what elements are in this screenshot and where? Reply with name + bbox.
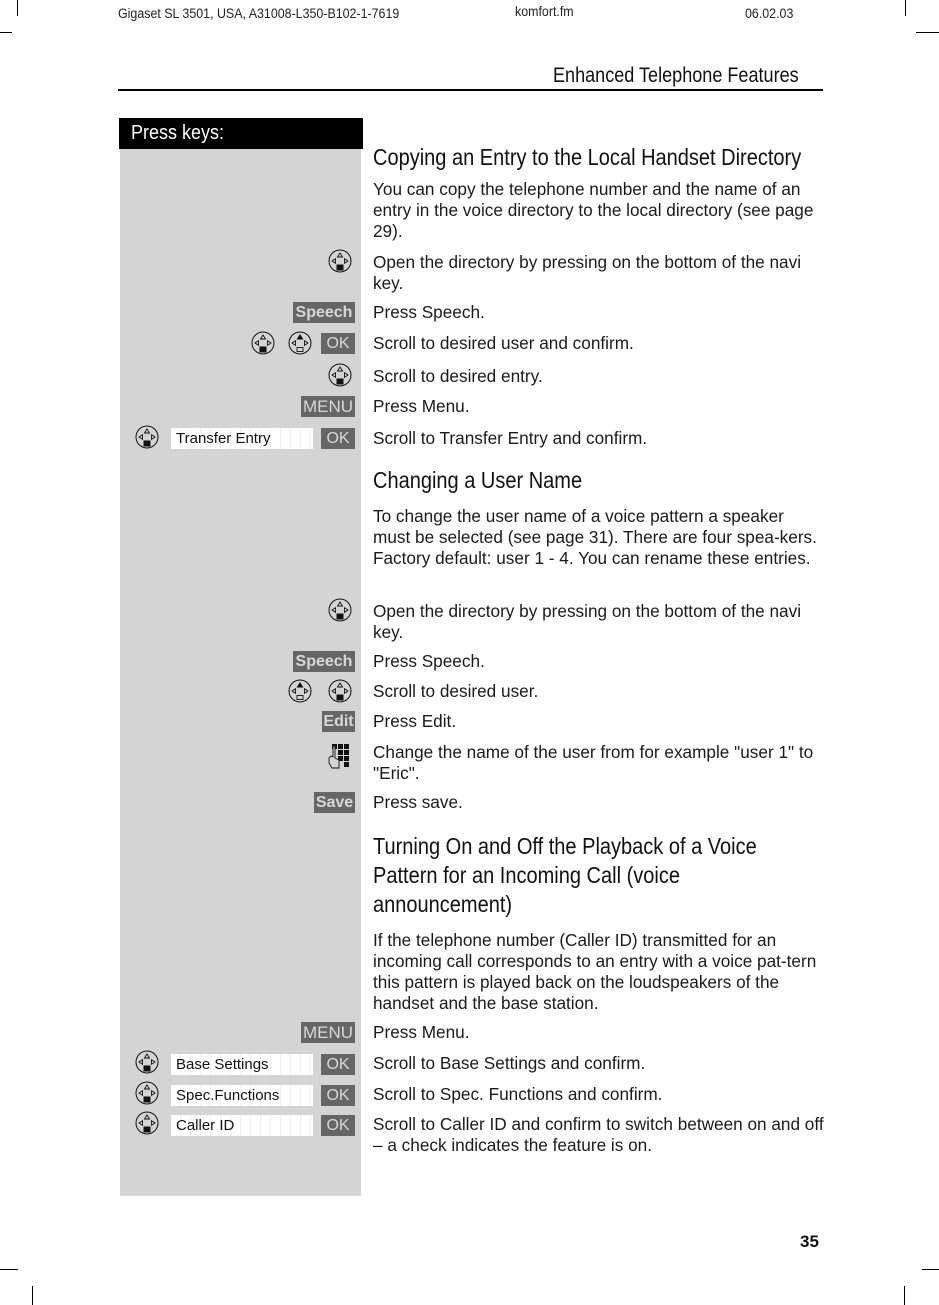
navi-key-down-icon [135, 1111, 159, 1135]
navi-key-down-icon [251, 331, 275, 355]
ok-key[interactable]: OK [321, 1115, 355, 1136]
section-title-change-user-name: Changing a User Name [373, 467, 583, 493]
navi-key-down-icon [328, 249, 352, 273]
navi-key-up-icon [288, 331, 312, 355]
menu-item-transfer-entry[interactable]: Transfer Entry [171, 428, 313, 449]
step-text: Scroll to Base Settings and confirm. [373, 1053, 646, 1073]
step-text: Press save. [373, 792, 463, 812]
step-text: Press Edit. [373, 711, 457, 731]
crop-mark [0, 1269, 18, 1270]
section-intro: If the telephone number (Caller ID) tran… [373, 930, 817, 1013]
step-text: Scroll to Transfer Entry and confirm. [373, 428, 648, 448]
save-key[interactable]: Save [314, 792, 355, 813]
crop-mark [32, 1286, 33, 1305]
section-title-voice-announcement: Turning On and Off the Playback of a Voi… [373, 833, 757, 859]
crop-mark [0, 32, 12, 33]
chapter-title: Enhanced Telephone Features [553, 64, 799, 87]
section-title-voice-announcement-line2: Pattern for an Incoming Call (voice [373, 862, 680, 888]
speech-key[interactable]: Speech [293, 302, 355, 323]
speech-key[interactable]: Speech [293, 651, 355, 672]
step-text: Open the directory by pressing on the bo… [373, 252, 802, 293]
navi-key-down-icon [328, 679, 352, 703]
menu-item-spec-functions[interactable]: Spec.Functions [171, 1085, 313, 1106]
crop-mark [916, 32, 939, 33]
file-name: komfort.fm [515, 4, 574, 19]
menu-item-caller-id[interactable]: Caller ID [171, 1115, 313, 1136]
menu-key[interactable]: MENU [301, 396, 355, 417]
step-text: Press Menu. [373, 396, 470, 416]
ok-key[interactable]: OK [321, 1054, 355, 1075]
header-rule [118, 89, 823, 91]
doc-date: 06.02.03 [745, 6, 794, 21]
step-text: Scroll to desired user. [373, 681, 539, 701]
navi-key-down-icon [135, 1081, 159, 1105]
crop-mark [922, 1269, 939, 1270]
keypad-icon [328, 744, 349, 769]
press-keys-heading: Press keys: [119, 118, 363, 149]
step-text: Press Speech. [373, 651, 485, 671]
navi-key-up-icon [288, 679, 312, 703]
crop-mark [905, 0, 906, 16]
section-title-voice-announcement-line3: announcement) [373, 891, 513, 917]
navi-key-down-icon [328, 598, 352, 622]
menu-key[interactable]: MENU [301, 1022, 355, 1043]
ok-key[interactable]: OK [321, 1085, 355, 1106]
section-intro: To change the user name of a voice patte… [373, 506, 817, 568]
navi-key-down-icon [328, 363, 352, 387]
section-title-copy-entry: Copying an Entry to the Local Handset Di… [373, 144, 802, 170]
step-text: Scroll to Caller ID and confirm to switc… [373, 1114, 824, 1155]
edit-key[interactable]: Edit [322, 711, 355, 732]
crop-mark [17, 0, 18, 16]
ok-key[interactable]: OK [321, 333, 355, 354]
step-text: Open the directory by pressing on the bo… [373, 601, 802, 642]
menu-item-base-settings[interactable]: Base Settings [171, 1054, 313, 1075]
section-intro: You can copy the telephone number and th… [373, 179, 814, 241]
step-text: Change the name of the user from for exa… [373, 742, 814, 783]
step-text: Scroll to desired entry. [373, 366, 543, 386]
navi-key-down-icon [135, 425, 159, 449]
step-text: Scroll to desired user and confirm. [373, 333, 634, 353]
step-text: Press Speech. [373, 302, 485, 322]
page-number: 35 [800, 1232, 819, 1251]
doc-id: Gigaset SL 3501, USA, A31008-L350-B102-1… [118, 6, 400, 21]
step-text: Press Menu. [373, 1022, 470, 1042]
step-text: Scroll to Spec. Functions and confirm. [373, 1084, 663, 1104]
ok-key[interactable]: OK [321, 428, 355, 449]
navi-key-down-icon [135, 1050, 159, 1074]
crop-mark [904, 1286, 905, 1305]
